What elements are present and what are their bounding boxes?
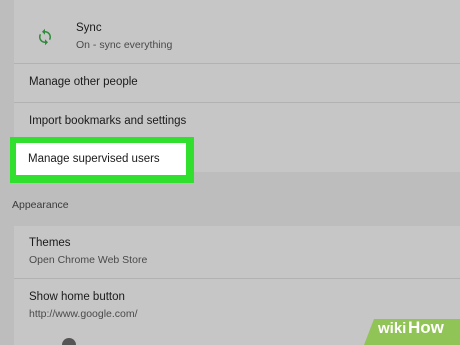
watermark-suffix: How [408, 318, 444, 337]
show-home-button-title: Show home button [29, 291, 125, 303]
manage-other-people-label: Manage other people [29, 76, 138, 88]
sync-title: Sync [76, 22, 102, 34]
import-bookmarks-label: Import bookmarks and settings [29, 115, 187, 127]
wikihow-watermark: wiki How [356, 315, 460, 345]
chrome-settings-page: Sync On - sync everything Manage other p… [0, 0, 460, 345]
manage-supervised-users-label: Manage supervised users [28, 153, 160, 165]
show-home-button-url: http://www.google.com/ [29, 308, 138, 320]
themes-subtitle: Open Chrome Web Store [29, 254, 148, 266]
watermark-prefix: wiki [378, 320, 407, 337]
sync-icon [39, 28, 51, 46]
sync-subtitle: On - sync everything [76, 39, 173, 51]
section-header-appearance: Appearance [12, 199, 69, 211]
manage-supervised-users-button[interactable]: Manage supervised users [16, 143, 186, 175]
themes-row[interactable] [14, 226, 460, 278]
themes-title: Themes [29, 237, 71, 249]
manage-supervised-users-highlight[interactable]: Manage supervised users [10, 137, 194, 183]
radio-button[interactable] [62, 338, 76, 345]
